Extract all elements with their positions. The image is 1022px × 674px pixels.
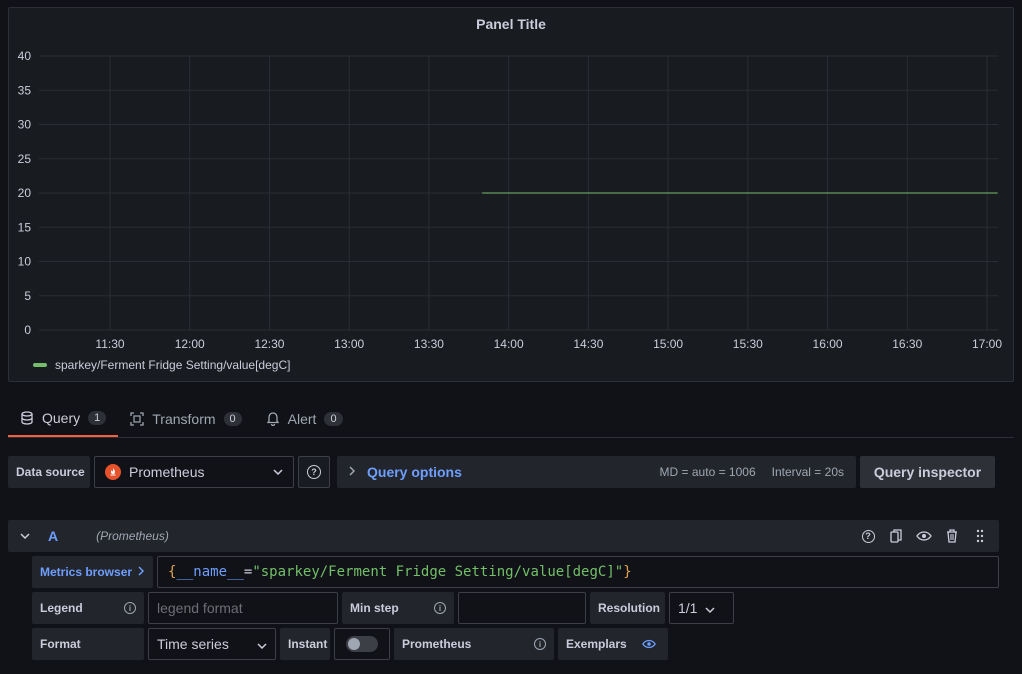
tab-alert-count: 0	[324, 412, 343, 426]
info-icon[interactable]: i	[124, 602, 136, 614]
resolution-value: 1/1	[678, 600, 698, 616]
instant-toggle[interactable]	[346, 636, 378, 652]
collapse-chevron-icon[interactable]	[20, 531, 30, 542]
bell-icon	[266, 412, 280, 426]
y-tick-label: 0	[24, 323, 31, 337]
y-tick-label: 35	[18, 83, 32, 97]
info-icon[interactable]: i	[434, 602, 446, 614]
legend-swatch	[33, 363, 47, 367]
y-tick-label: 5	[24, 289, 31, 303]
query-row-actions: ?	[859, 527, 999, 545]
eye-icon	[642, 637, 656, 652]
query-inspector-button[interactable]: Query inspector	[860, 456, 995, 488]
minstep-input[interactable]	[458, 592, 586, 624]
legend-field-text: Legend	[40, 601, 83, 615]
max-datapoints-info: MD = auto = 1006	[659, 465, 756, 479]
editor-tabs: Query 1 Transform 0 Alert 0	[8, 400, 1014, 440]
tab-query-count: 1	[88, 410, 107, 425]
datasource-selected: Prometheus	[129, 464, 205, 480]
graph-panel: Panel Title 40 35 30 25 20 15 10 5 0 11:30 12:00 12…	[8, 7, 1014, 382]
x-tick-label: 16:00	[813, 337, 843, 351]
query-row-header: A (Prometheus) ?	[8, 520, 999, 552]
exemplars-toggle[interactable]: Exemplars	[558, 628, 668, 660]
y-tick-label: 10	[18, 255, 32, 269]
query-options-title: Query options	[367, 464, 462, 480]
x-tick-label: 12:30	[254, 337, 284, 351]
query-label-value: "sparkey/Ferment Fridge Setting/value[de…	[252, 564, 624, 580]
instant-toggle-wrap	[334, 628, 390, 660]
exemplars-text: Exemplars	[566, 637, 627, 651]
format-label: Format	[32, 628, 144, 660]
time-series-chart: 40 35 30 25 20 15 10 5 0 11:30 12:00 12:30 13:00 13:3…	[18, 49, 1003, 351]
query-ref-id[interactable]: A	[48, 528, 58, 544]
chevron-right-icon	[138, 565, 145, 579]
datasource-help-button[interactable]: ?	[298, 456, 330, 488]
x-tick-label: 12:00	[175, 337, 205, 351]
tab-transform-label: Transform	[152, 411, 216, 427]
metrics-browser-button[interactable]: Metrics browser	[32, 556, 153, 588]
x-tick-label: 13:00	[334, 337, 364, 351]
resolution-label: Resolution	[590, 592, 665, 624]
format-value: Time series	[157, 636, 229, 652]
promql-query-input[interactable]: { __name__ = "sparkey/Ferment Fridge Set…	[157, 556, 999, 588]
legend[interactable]: sparkey/Ferment Fridge Setting/value[deg…	[33, 358, 290, 372]
metrics-browser-label: Metrics browser	[40, 565, 133, 579]
query-operator: =	[243, 564, 253, 580]
minstep-field-label: Min step i	[342, 592, 454, 624]
y-tick-label: 20	[18, 186, 32, 200]
x-tick-label: 17:00	[972, 337, 1002, 351]
query-datasource-name: (Prometheus)	[96, 529, 169, 543]
legend-label[interactable]: sparkey/Ferment Fridge Setting/value[deg…	[55, 358, 290, 372]
query-label-name: __name__	[176, 564, 244, 580]
chevron-down-icon	[273, 467, 283, 478]
x-tick-label: 11:30	[95, 337, 124, 351]
x-tick-label: 13:30	[414, 337, 444, 351]
minstep-field-text: Min step	[350, 601, 399, 615]
interval-info: Interval = 20s	[771, 465, 844, 479]
trash-icon[interactable]	[943, 527, 961, 545]
drag-handle-icon[interactable]	[971, 527, 989, 545]
x-tick-label: 16:30	[892, 337, 922, 351]
legend-format-input[interactable]: legend format	[148, 592, 338, 624]
chevron-down-icon	[705, 600, 715, 616]
x-tick-label: 15:30	[733, 337, 763, 351]
tab-alert[interactable]: Alert 0	[254, 400, 355, 438]
database-icon	[20, 410, 34, 425]
instant-label: Instant	[280, 628, 330, 660]
prometheus-type-text: Prometheus	[402, 637, 472, 651]
query-brace-open: {	[168, 564, 177, 580]
datasource-label: Data source	[8, 456, 90, 488]
help-icon[interactable]: ?	[859, 527, 877, 545]
tab-transform-count: 0	[223, 412, 242, 426]
tab-alert-label: Alert	[287, 411, 317, 427]
duplicate-icon[interactable]	[887, 527, 905, 545]
format-select[interactable]: Time series	[148, 628, 276, 660]
resolution-select[interactable]: 1/1	[669, 592, 734, 624]
query-brace-close: }	[623, 564, 632, 580]
datasource-picker[interactable]: Prometheus	[94, 456, 294, 488]
tab-query-label: Query	[42, 409, 81, 426]
tab-query[interactable]: Query 1	[8, 400, 119, 438]
chevron-down-icon	[257, 636, 267, 652]
transform-icon	[130, 412, 144, 426]
x-tick-label: 14:30	[573, 337, 603, 351]
y-tick-label: 30	[18, 118, 32, 132]
y-tick-label: 15	[18, 220, 32, 234]
eye-icon[interactable]	[915, 527, 933, 545]
legend-field-label: Legend i	[32, 592, 144, 624]
tabs-divider	[8, 437, 1014, 438]
x-tick-label: 14:00	[494, 337, 524, 351]
y-tick-label: 25	[18, 152, 32, 166]
tab-transform[interactable]: Transform 0	[118, 400, 253, 438]
query-options[interactable]: Query options MD = auto = 1006 Interval …	[337, 456, 856, 488]
x-tick-label: 15:00	[653, 337, 683, 351]
info-icon[interactable]: i	[534, 638, 546, 650]
chevron-right-icon	[349, 465, 356, 479]
prometheus-type-label: Prometheus i	[394, 628, 554, 660]
y-tick-label: 40	[18, 49, 32, 63]
prometheus-logo-icon	[105, 464, 121, 480]
help-icon: ?	[307, 465, 321, 479]
